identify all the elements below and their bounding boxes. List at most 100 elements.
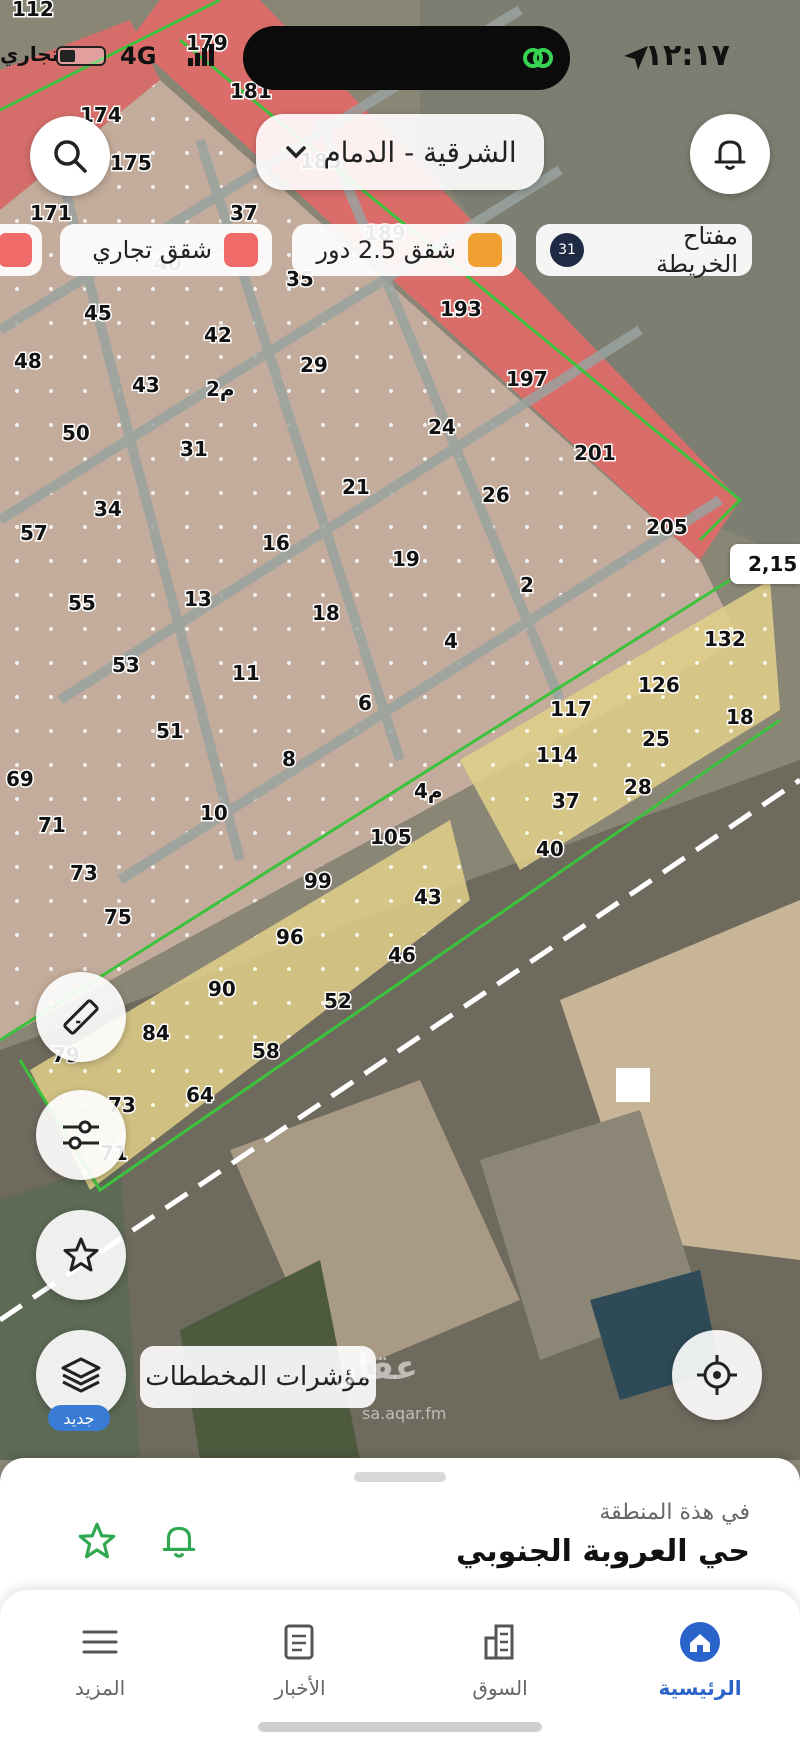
plot-number-label[interactable]: 48 [13, 348, 44, 375]
plot-number-label[interactable]: 21 [341, 474, 372, 501]
tab-label: الأخبار [274, 1676, 326, 1700]
plot-number-label[interactable]: 19 [391, 546, 422, 573]
plot-number-label[interactable]: 99 [303, 868, 334, 895]
plot-number-label[interactable]: 28 [623, 774, 654, 801]
bell-icon[interactable] [158, 1520, 200, 1562]
plot-number-label[interactable]: 16 [261, 530, 292, 557]
plot-number-label[interactable]: 26 [481, 482, 512, 509]
plot-number-label[interactable]: 10 [199, 800, 230, 827]
plot-number-label[interactable]: 205 [645, 514, 690, 541]
plot-number-label[interactable]: 51 [155, 718, 186, 745]
plot-number-label[interactable]: 193 [439, 296, 484, 323]
plot-number-label[interactable]: 18 [725, 704, 756, 731]
tab-more[interactable]: المزيد [0, 1590, 200, 1710]
area-title: حي العروبة الجنوبي [456, 1534, 750, 1569]
star-icon[interactable] [76, 1520, 118, 1562]
notifications-button[interactable] [690, 114, 770, 194]
plot-number-label[interactable]: 126 [637, 672, 682, 699]
plot-number-label[interactable]: 114 [535, 742, 580, 769]
legend-chip-commercial[interactable]: شقق تجاري [60, 224, 272, 276]
favorites-button[interactable] [36, 1210, 126, 1300]
plot-number-label[interactable]: م2 [205, 376, 237, 403]
plot-number-label[interactable]: 18 [311, 600, 342, 627]
plot-number-label[interactable]: 64 [185, 1082, 216, 1109]
bell-icon [714, 140, 746, 170]
tab-market[interactable]: السوق [400, 1590, 600, 1710]
plot-number-label[interactable]: 84 [141, 1020, 172, 1047]
plot-number-label[interactable]: 55 [67, 590, 98, 617]
news-icon [284, 1624, 314, 1660]
plot-number-label[interactable]: 43 [413, 884, 444, 911]
chevron-down-icon [286, 146, 307, 159]
plot-number-label[interactable]: 112 [11, 0, 56, 23]
plot-number-label[interactable]: 96 [275, 924, 306, 951]
legend-chip-label: شقق 2.5 دور [316, 236, 456, 264]
plot-number-label[interactable]: 105 [369, 824, 414, 851]
plot-number-label[interactable]: 37 [551, 788, 582, 815]
battery-fill [60, 50, 75, 62]
plot-number-label[interactable]: 75 [103, 904, 134, 931]
plot-number-label[interactable]: 132 [703, 626, 748, 653]
plot-number-label[interactable]: 171 [29, 200, 74, 227]
tab-label: المزيد [74, 1676, 126, 1700]
plot-number-label[interactable]: 2 [519, 572, 536, 599]
plot-number-label[interactable]: 73 [69, 860, 100, 887]
plot-number-label[interactable]: 13 [183, 586, 214, 613]
plot-number-label[interactable]: 90 [207, 976, 238, 1003]
search-button[interactable] [30, 116, 110, 196]
plot-number-label[interactable]: 175 [109, 150, 154, 177]
landmark-marker[interactable] [616, 1068, 650, 1102]
measure-button[interactable] [36, 972, 126, 1062]
watermark-logo: عقار [338, 1348, 419, 1388]
plot-number-label[interactable]: 4 [443, 628, 460, 655]
crosshair-icon [697, 1355, 737, 1395]
plot-number-label[interactable]: 57 [19, 520, 50, 547]
filters-button[interactable] [36, 1090, 126, 1180]
building-icon [484, 1624, 514, 1660]
plot-number-label[interactable]: 11 [231, 660, 262, 687]
plot-number-label[interactable]: 43 [131, 372, 162, 399]
legend-chip-apartments[interactable]: شقق 2.5 دور [292, 224, 516, 276]
battery-indicator [56, 46, 106, 66]
ruler-icon [63, 999, 99, 1035]
carrier-label: تجاري [0, 42, 60, 66]
plot-number-label[interactable]: 29 [299, 352, 330, 379]
network-type: 4G [120, 42, 157, 70]
plot-number-label[interactable]: 53 [111, 652, 142, 679]
plot-number-label[interactable]: 6 [357, 690, 374, 717]
plot-number-label[interactable]: 58 [251, 1038, 282, 1065]
plot-number-label[interactable]: 24 [427, 414, 458, 441]
plot-number-label[interactable]: 8 [281, 746, 298, 773]
home-indicator [258, 1722, 542, 1732]
sheet-grabber[interactable] [354, 1472, 446, 1482]
plot-number-label[interactable]: 40 [535, 836, 566, 863]
plot-number-label[interactable]: 117 [549, 696, 594, 723]
plot-number-label[interactable]: 37 [229, 200, 260, 227]
plan-indicators-label: مؤشرات المخططات [145, 1362, 371, 1392]
locate-me-button[interactable] [672, 1330, 762, 1420]
map-key-label: مفتاح الخريطة [656, 222, 738, 278]
search-icon [54, 140, 87, 173]
plot-number-label[interactable]: 25 [641, 726, 672, 753]
layers-icon [61, 1357, 101, 1393]
plot-number-label[interactable]: 42 [203, 322, 234, 349]
plot-number-label[interactable]: 69 [5, 766, 36, 793]
plot-number-label[interactable]: 46 [387, 942, 418, 969]
tab-news[interactable]: الأخبار [200, 1590, 400, 1710]
plot-number-label[interactable]: 50 [61, 420, 92, 447]
plot-number-label[interactable]: 31 [179, 436, 210, 463]
plot-number-label[interactable]: 71 [37, 812, 68, 839]
plot-number-label[interactable]: م4 [413, 778, 445, 805]
plot-number-label[interactable]: 201 [573, 440, 618, 467]
plot-number-label[interactable]: 52 [323, 988, 354, 1015]
plot-number-label[interactable]: 34 [93, 496, 124, 523]
price-tag[interactable]: 2,15 [730, 544, 800, 584]
plot-number-label[interactable]: 45 [83, 300, 114, 327]
tab-home[interactable]: الرئيسية [600, 1590, 800, 1710]
map-key-chip[interactable]: مفتاح الخريطة 31 [536, 222, 752, 278]
legend-chip-partial[interactable] [0, 224, 42, 276]
star-icon [63, 1237, 99, 1272]
location-selector[interactable]: الشرقية - الدمام [256, 114, 544, 190]
area-subtitle: في هذة المنطقة [599, 1500, 750, 1525]
plot-number-label[interactable]: 197 [505, 366, 550, 393]
